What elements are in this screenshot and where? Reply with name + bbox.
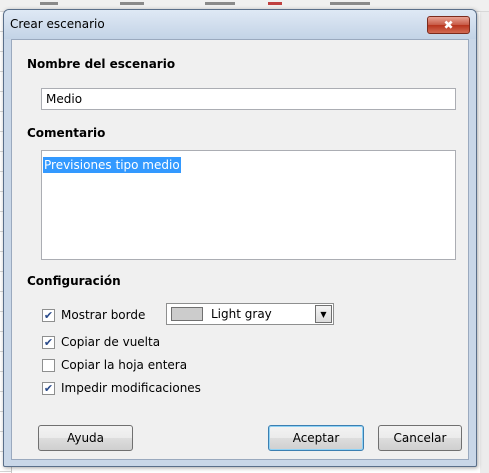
dialog-titlebar[interactable]: Crear escenario ✖ bbox=[4, 10, 476, 39]
color-swatch bbox=[171, 307, 203, 321]
copy-entire-sheet-checkbox-row[interactable]: Copiar la hoja entera bbox=[42, 358, 187, 372]
create-scenario-dialog: Crear escenario ✖ Nombre del escenario M… bbox=[3, 9, 477, 467]
prevent-changes-checkbox[interactable]: ✔ bbox=[42, 381, 55, 395]
background-right-edge bbox=[480, 12, 489, 473]
ok-button[interactable]: Aceptar bbox=[268, 425, 364, 451]
border-color-value: Light gray bbox=[211, 307, 272, 321]
copy-back-checkbox-row[interactable]: ✔ Copiar de vuelta bbox=[42, 335, 160, 349]
toolbar-fragment bbox=[40, 2, 58, 5]
cancel-button[interactable]: Cancelar bbox=[378, 425, 462, 451]
close-icon: ✖ bbox=[443, 18, 454, 32]
dialog-body: Nombre del escenario Medio Comentario Pr… bbox=[11, 39, 469, 460]
prevent-changes-label: Impedir modificaciones bbox=[61, 381, 201, 395]
chevron-down-icon[interactable]: ▼ bbox=[315, 305, 332, 323]
settings-heading: Configuración bbox=[27, 274, 121, 288]
comment-heading: Comentario bbox=[27, 126, 106, 140]
comment-text-selected: Previsiones tipo medio bbox=[43, 157, 181, 173]
copy-entire-sheet-checkbox[interactable] bbox=[42, 358, 55, 372]
close-button[interactable]: ✖ bbox=[427, 16, 470, 34]
copy-entire-sheet-label: Copiar la hoja entera bbox=[61, 358, 188, 372]
copy-back-label: Copiar de vuelta bbox=[61, 335, 161, 349]
toolbar-fragment bbox=[330, 2, 370, 5]
scenario-name-heading: Nombre del escenario bbox=[27, 57, 176, 71]
toolbar-fragment bbox=[120, 2, 144, 5]
copy-back-checkbox[interactable]: ✔ bbox=[42, 335, 55, 349]
border-color-dropdown[interactable]: Light gray ▼ bbox=[166, 303, 334, 325]
toolbar-fragment bbox=[205, 2, 235, 5]
prevent-changes-checkbox-row[interactable]: ✔ Impedir modificaciones bbox=[42, 381, 201, 395]
toolbar-fragment bbox=[268, 2, 282, 5]
show-border-checkbox-row[interactable]: ✔ Mostrar borde bbox=[42, 308, 145, 322]
show-border-checkbox[interactable]: ✔ bbox=[42, 308, 55, 322]
scenario-name-input[interactable]: Medio bbox=[41, 88, 456, 110]
show-border-label: Mostrar borde bbox=[61, 308, 146, 322]
comment-textarea[interactable]: Previsiones tipo medio bbox=[41, 150, 456, 260]
help-button[interactable]: Ayuda bbox=[38, 425, 133, 451]
dialog-title: Crear escenario bbox=[10, 17, 105, 31]
